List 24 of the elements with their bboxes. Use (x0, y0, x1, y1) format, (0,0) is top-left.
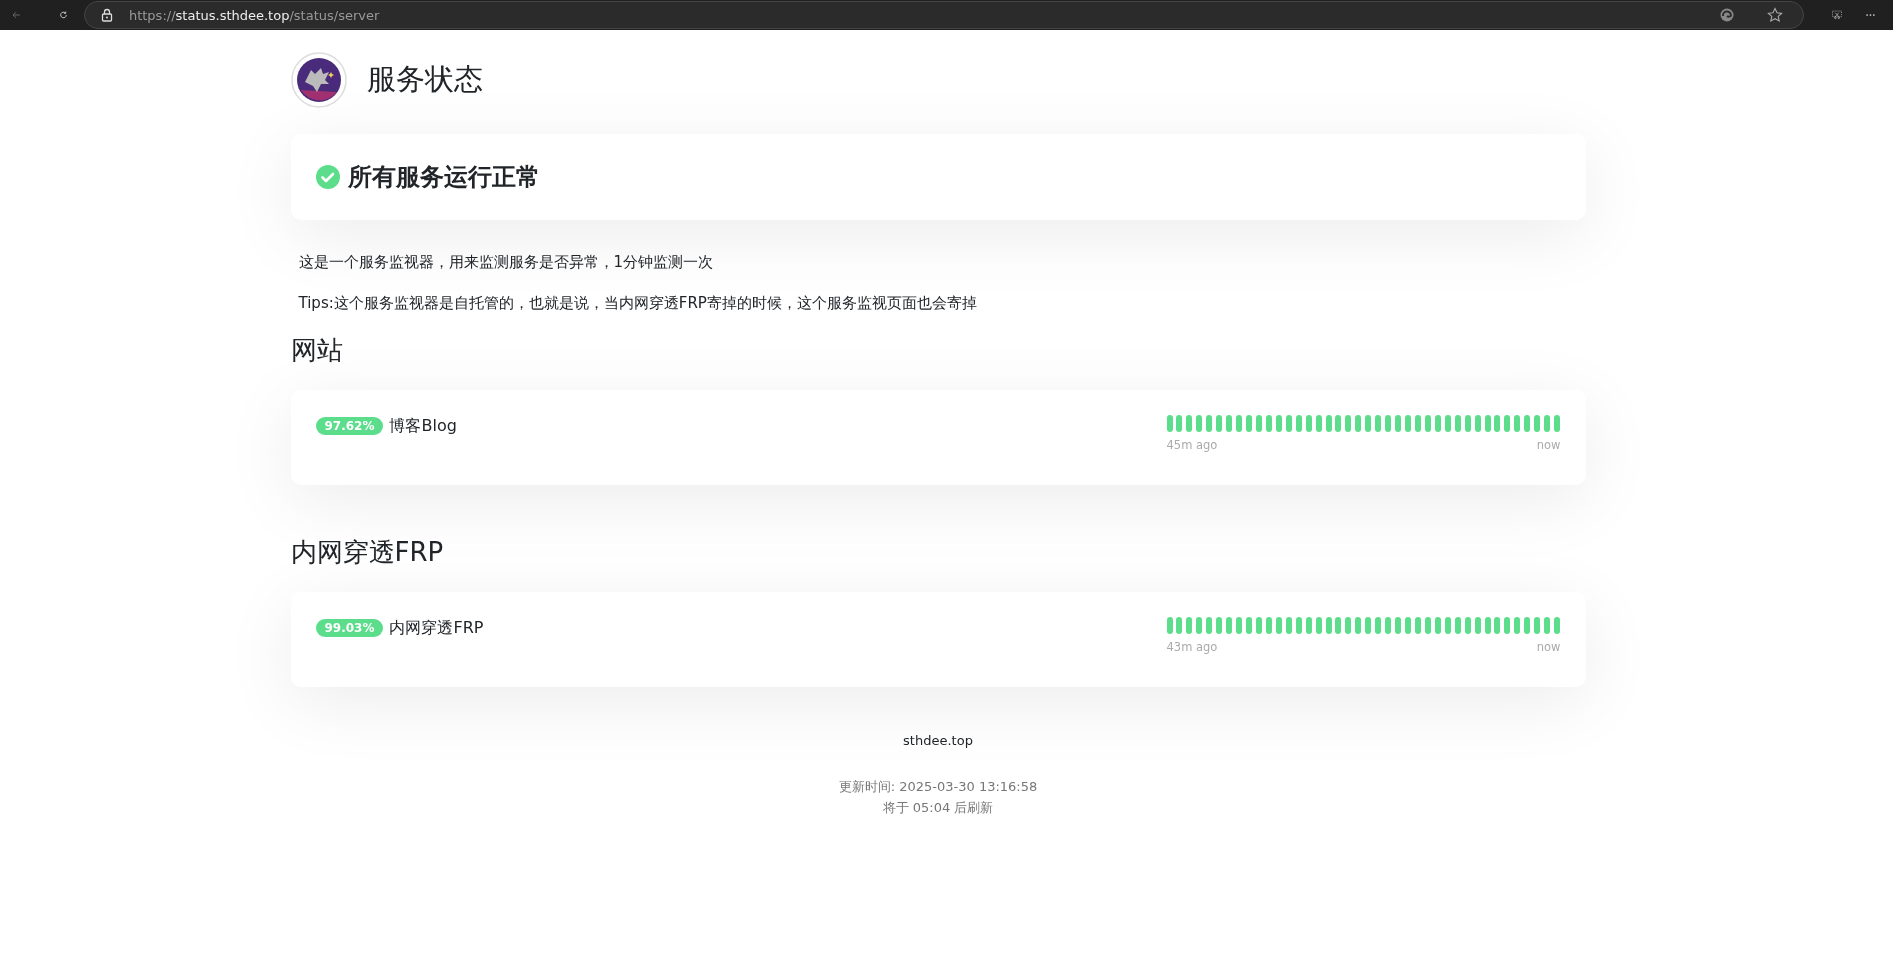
description-text: Tips:这个服务监视器是自托管的，也就是说，当内网穿透FRP寄掉的时候，这个服务监视页面也会寄掉 (298, 293, 978, 314)
more-icon[interactable] (1866, 13, 1875, 17)
refresh-countdown: 将于 05:04 后刷新 (882, 799, 994, 817)
group-title: 网站 (290, 334, 344, 367)
start-time: 45m ago (1166, 438, 1218, 452)
url-text: https://status.sthdee.top/status/server (128, 7, 380, 23)
update-time: 更新时间: 2025-03-30 13:16:58 (838, 778, 1038, 796)
star-icon[interactable] (1766, 7, 1783, 23)
address-bar[interactable]: https://status.sthdee.top/status/server (83, 1, 1804, 29)
end-time: now (1536, 640, 1561, 654)
group-title: 内网穿透FRP (290, 536, 445, 569)
monitor-name[interactable]: 博客Blog (389, 415, 457, 437)
overall-status: 所有服务运行正常 (347, 162, 540, 193)
monitor-name[interactable]: 内网穿透FRP (389, 617, 484, 639)
swirl-icon[interactable] (1718, 7, 1735, 23)
lock-icon (100, 8, 113, 22)
description-text: 这是一个服务监视器，用来监测服务是否异常，1分钟监测一次 (298, 252, 715, 273)
end-time: now (1536, 438, 1561, 452)
site-link[interactable]: sthdee.top (903, 733, 973, 748)
uptime-badge: 97.62% (315, 417, 384, 435)
page-title: 服务状态 (366, 61, 483, 98)
start-time: 43m ago (1166, 640, 1218, 654)
uptime-badge: 99.03% (315, 619, 384, 637)
logo-icon (290, 52, 347, 108)
